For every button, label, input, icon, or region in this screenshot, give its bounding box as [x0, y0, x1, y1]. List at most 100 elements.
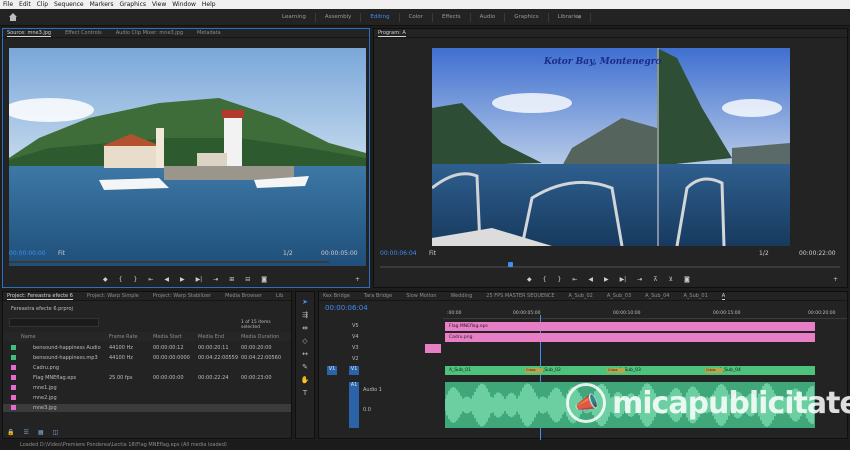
source-fit-select[interactable]: Fit — [58, 250, 65, 257]
menu-file[interactable]: File — [3, 1, 13, 8]
project-item-row[interactable]: bensound-happiness.mp3 44100 Hz 00:00:00:0… — [3, 354, 291, 362]
timeline-tab[interactable]: Wedding — [450, 292, 472, 300]
menu-graphics[interactable]: Graphics — [120, 1, 147, 8]
label-color-chip[interactable] — [11, 375, 16, 380]
audio-volume-readout[interactable]: 0.0 — [363, 407, 371, 413]
timeline-clip-sub02[interactable]: A_Sub_02 — [535, 366, 615, 375]
add-marker-icon[interactable]: ◆ — [103, 276, 108, 283]
mark-in-icon[interactable]: { — [543, 276, 547, 283]
label-color-chip[interactable] — [11, 395, 16, 400]
project-search-input[interactable] — [9, 318, 99, 327]
step-back-icon[interactable]: ◀ — [164, 276, 169, 283]
workspace-tab-libraries[interactable]: Libraries — [549, 13, 592, 22]
transition-cross[interactable]: Cross — [525, 368, 543, 373]
play-icon[interactable]: ▶ — [180, 276, 185, 283]
tab-project-warp-stabilizer[interactable]: Project: Warp Stabilizer — [153, 292, 211, 300]
workspace-tab-editing[interactable]: Editing — [361, 13, 400, 22]
home-icon[interactable] — [8, 12, 18, 22]
workspace-tab-color[interactable]: Color — [400, 13, 433, 22]
menu-edit[interactable]: Edit — [19, 1, 31, 8]
tab-libraries[interactable]: Lib — [276, 292, 283, 300]
menu-help[interactable]: Help — [202, 1, 216, 8]
col-media-duration[interactable]: Media Duration — [241, 334, 279, 340]
timeline-tab[interactable]: A — [721, 292, 726, 300]
slip-tool-icon[interactable]: ↔ — [302, 350, 308, 358]
icon-view-icon[interactable]: ▦ — [38, 429, 44, 436]
extract-icon[interactable]: ⊻ — [669, 276, 673, 283]
timeline-tab[interactable]: A_Sub_02 — [569, 292, 593, 300]
mark-out-icon[interactable]: } — [557, 276, 561, 283]
tab-audio-clip-mixer[interactable]: Audio Clip Mixer: mne3.jpg — [116, 29, 183, 37]
workspace-tab-assembly[interactable]: Assembly — [316, 13, 362, 22]
source-patch-v1[interactable]: V1 — [327, 366, 337, 375]
program-playhead[interactable] — [508, 262, 513, 267]
tab-project-fereastra[interactable]: Project: Fereastra efecte 6 — [7, 292, 73, 300]
program-add-button-icon[interactable]: + — [833, 276, 838, 283]
timeline-clip-sub03[interactable]: A_Sub_03 — [615, 366, 715, 375]
project-item-row[interactable]: Flag MNEflag.eps 25.00 fps 00:00:00:00 00:0… — [3, 374, 291, 382]
label-color-chip[interactable] — [11, 365, 16, 370]
label-color-chip[interactable] — [11, 345, 16, 350]
tab-media-browser[interactable]: Media Browser — [225, 292, 262, 300]
selection-tool-icon[interactable]: ➤ — [302, 298, 308, 306]
camera-icon[interactable]: ◙ — [684, 276, 690, 283]
timeline-clip-cadru[interactable]: Cadru.png — [445, 333, 815, 342]
timeline-clip-sub01[interactable]: A_Sub_01 — [445, 366, 535, 375]
project-item-row[interactable]: mne2.jpg — [3, 394, 291, 402]
menu-markers[interactable]: Markers — [90, 1, 114, 8]
workspace-overflow-icon[interactable]: » — [577, 13, 581, 21]
timeline-clip-sub04[interactable]: A_Sub_04 — [715, 366, 815, 375]
workspace-tab-learning[interactable]: Learning — [273, 13, 316, 22]
mark-in-icon[interactable]: { — [119, 276, 123, 283]
program-timecode[interactable]: 00:00:06:04 — [380, 250, 417, 257]
label-color-chip[interactable] — [11, 385, 16, 390]
timeline-tab[interactable]: Tara Bridge — [364, 292, 392, 300]
menu-window[interactable]: Window — [172, 1, 196, 8]
source-resolution-select[interactable]: 1/2 — [283, 250, 293, 257]
go-to-out-icon[interactable]: ⇥ — [637, 276, 642, 283]
go-to-in-icon[interactable]: ⇤ — [148, 276, 153, 283]
insert-icon[interactable]: ⊞ — [229, 276, 234, 283]
step-forward-icon[interactable]: ▶| — [620, 276, 627, 283]
workspace-tab-audio[interactable]: Audio — [471, 13, 506, 22]
freeform-view-icon[interactable]: ◫ — [53, 429, 59, 436]
step-forward-icon[interactable]: ▶| — [196, 276, 203, 283]
type-tool-icon[interactable]: T — [303, 389, 307, 397]
transition-cross[interactable]: Cross — [607, 368, 625, 373]
mark-out-icon[interactable]: } — [133, 276, 137, 283]
go-to-in-icon[interactable]: ⇤ — [572, 276, 577, 283]
hand-tool-icon[interactable]: ✋ — [301, 376, 310, 384]
overwrite-icon[interactable]: ⊟ — [245, 276, 250, 283]
list-view-icon[interactable]: ☰ — [23, 429, 28, 436]
lift-icon[interactable]: ⊼ — [653, 276, 657, 283]
timeline-tab[interactable]: Slow Motion — [406, 292, 436, 300]
project-item-row[interactable]: Cadru.png — [3, 364, 291, 372]
project-item-row[interactable]: mne1.jpg — [3, 384, 291, 392]
col-media-end[interactable]: Media End — [198, 334, 224, 340]
program-resolution-select[interactable]: 1/2 — [759, 250, 769, 257]
source-scrub-bar[interactable] — [9, 261, 329, 263]
project-item-row[interactable]: mne3.jpg — [3, 404, 291, 412]
lock-icon[interactable]: 🔒 — [7, 429, 14, 436]
program-scrub-bar[interactable] — [380, 266, 840, 268]
menu-sequence[interactable]: Sequence — [54, 1, 84, 8]
source-add-button-icon[interactable]: + — [355, 276, 360, 283]
col-media-start[interactable]: Media Start — [153, 334, 182, 340]
label-color-chip[interactable] — [11, 405, 16, 410]
transition-cross[interactable]: Cross — [705, 368, 723, 373]
menu-view[interactable]: View — [152, 1, 166, 8]
add-marker-icon[interactable]: ◆ — [527, 276, 532, 283]
timeline-tab[interactable]: A_Sub_03 — [607, 292, 631, 300]
project-item-row[interactable]: bensound-happiness Audio 44100 Hz 00:00:00… — [3, 344, 291, 352]
camera-icon[interactable]: ◙ — [261, 276, 267, 283]
source-timecode[interactable]: 00:00:00:00 — [9, 250, 46, 257]
timeline-ruler[interactable]: :00:00 00:00:05:00 00:00:10:00 00:00:15:… — [443, 305, 847, 319]
tab-program[interactable]: Program: A — [378, 29, 406, 37]
col-frame-rate[interactable]: Frame Rate — [109, 334, 138, 340]
tab-metadata[interactable]: Metadata — [197, 29, 221, 37]
timeline-timecode[interactable]: 00:00:06:04 — [325, 304, 368, 312]
label-color-chip[interactable] — [11, 355, 16, 360]
col-name[interactable]: Name — [21, 334, 36, 340]
razor-tool-icon[interactable]: ◇ — [302, 337, 307, 345]
menu-clip[interactable]: Clip — [37, 1, 48, 8]
